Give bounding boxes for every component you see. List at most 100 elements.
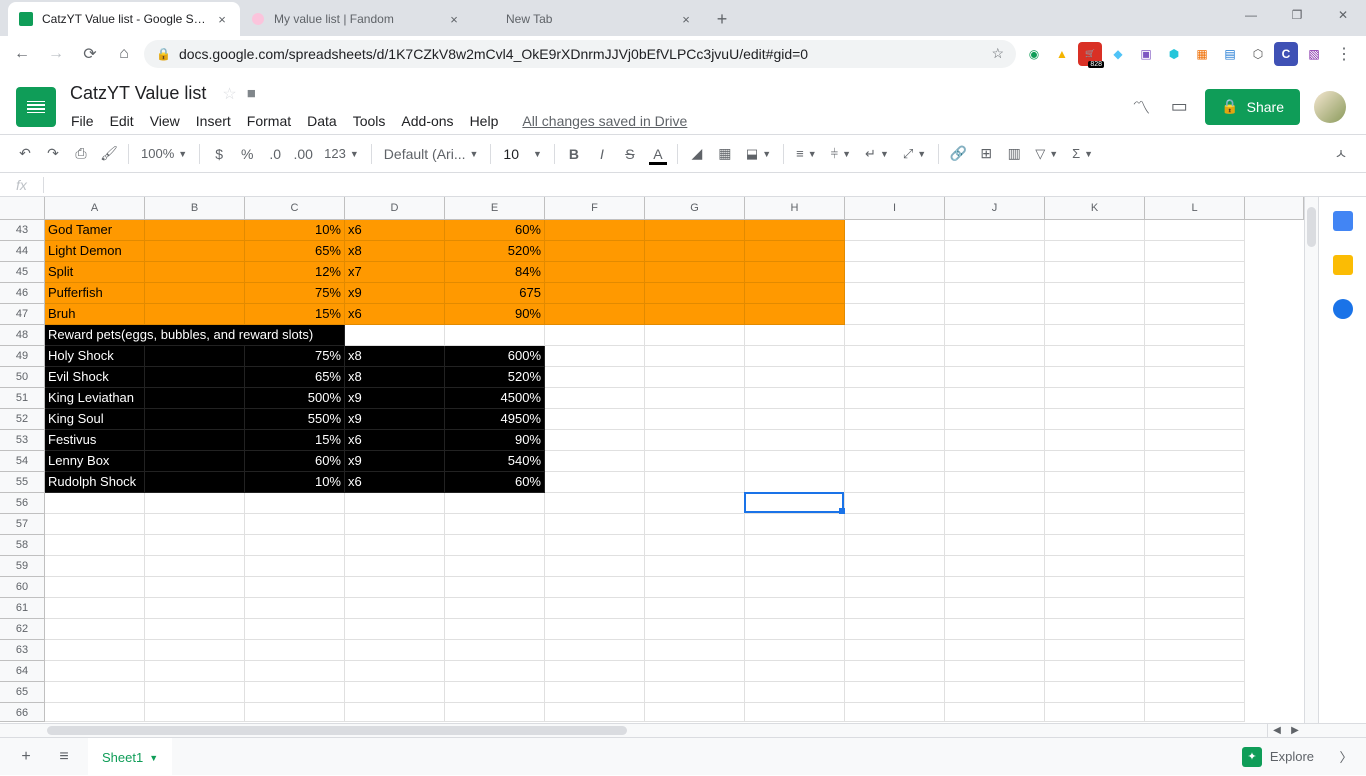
cell[interactable] (745, 346, 845, 367)
menu-tools[interactable]: Tools (346, 109, 393, 133)
cell[interactable] (45, 577, 145, 598)
cell[interactable] (145, 556, 245, 577)
cell[interactable] (745, 241, 845, 262)
cell[interactable] (945, 514, 1045, 535)
cell[interactable] (1145, 514, 1245, 535)
cell[interactable] (45, 514, 145, 535)
cell[interactable] (1145, 451, 1245, 472)
extension-icon[interactable]: C (1274, 42, 1298, 66)
cell[interactable] (245, 514, 345, 535)
cell[interactable]: 65% (245, 367, 345, 388)
cell[interactable] (845, 661, 945, 682)
cell[interactable] (45, 493, 145, 514)
cell[interactable] (145, 220, 245, 241)
cell[interactable] (645, 535, 745, 556)
cell[interactable] (945, 640, 1045, 661)
cell[interactable] (445, 703, 545, 722)
row-header[interactable]: 46 (0, 283, 45, 304)
cell[interactable] (845, 220, 945, 241)
cell[interactable] (1045, 262, 1145, 283)
cell[interactable] (1045, 577, 1145, 598)
cell[interactable] (545, 640, 645, 661)
cell[interactable] (445, 640, 545, 661)
cell[interactable] (1145, 367, 1245, 388)
cell[interactable] (845, 556, 945, 577)
cell[interactable]: 12% (245, 262, 345, 283)
menu-view[interactable]: View (143, 109, 187, 133)
collapse-toolbar-button[interactable]: ㅅ (1328, 141, 1354, 167)
cell[interactable] (1145, 598, 1245, 619)
cell[interactable] (1145, 283, 1245, 304)
cell[interactable] (1045, 241, 1145, 262)
cell[interactable] (845, 367, 945, 388)
cell[interactable] (645, 346, 745, 367)
cell[interactable] (645, 640, 745, 661)
cell[interactable] (945, 304, 1045, 325)
cell[interactable]: x9 (345, 409, 445, 430)
cell[interactable]: 75% (245, 346, 345, 367)
cell[interactable] (945, 409, 1045, 430)
cell[interactable] (945, 346, 1045, 367)
chrome-menu-button[interactable]: ⋮ (1330, 40, 1358, 68)
column-header[interactable]: B (145, 197, 245, 219)
cell[interactable] (845, 577, 945, 598)
cell[interactable] (1145, 346, 1245, 367)
cell[interactable] (645, 451, 745, 472)
cell[interactable] (45, 556, 145, 577)
extension-icon[interactable]: ⬡ (1246, 42, 1270, 66)
cell[interactable] (445, 556, 545, 577)
menu-format[interactable]: Format (240, 109, 298, 133)
cell[interactable] (345, 703, 445, 722)
cell[interactable]: Pufferfish (45, 283, 145, 304)
cell[interactable] (645, 241, 745, 262)
italic-button[interactable]: I (589, 141, 615, 167)
cell[interactable] (245, 556, 345, 577)
cell[interactable] (745, 640, 845, 661)
cell[interactable] (545, 451, 645, 472)
cell[interactable] (1045, 556, 1145, 577)
row-header[interactable]: 66 (0, 703, 45, 722)
cell[interactable] (1045, 682, 1145, 703)
cell[interactable] (645, 598, 745, 619)
cell[interactable]: 15% (245, 304, 345, 325)
cell[interactable] (745, 682, 845, 703)
cell[interactable] (145, 388, 245, 409)
cell[interactable] (445, 661, 545, 682)
cell[interactable]: x6 (345, 220, 445, 241)
cell[interactable] (1145, 577, 1245, 598)
forward-button[interactable]: → (42, 40, 70, 68)
cell[interactable] (945, 556, 1045, 577)
row-header[interactable]: 59 (0, 556, 45, 577)
chart-button[interactable]: ▥ (1001, 141, 1027, 167)
omnibox[interactable]: 🔒 docs.google.com/spreadsheets/d/1K7CZkV… (144, 40, 1016, 68)
cell[interactable]: 10% (245, 472, 345, 493)
cell[interactable] (245, 703, 345, 722)
cell[interactable] (745, 430, 845, 451)
zoom-select[interactable]: 100%▼ (135, 146, 193, 161)
cell[interactable] (845, 514, 945, 535)
decrease-decimal-button[interactable]: .0 (262, 141, 288, 167)
cell[interactable] (745, 703, 845, 722)
cell[interactable] (1045, 220, 1145, 241)
cell[interactable] (745, 493, 845, 514)
extension-icon[interactable]: ▧ (1302, 42, 1326, 66)
cell[interactable] (1145, 682, 1245, 703)
cell[interactable] (645, 472, 745, 493)
cell[interactable] (45, 640, 145, 661)
cell[interactable] (545, 703, 645, 722)
cell[interactable] (445, 598, 545, 619)
row-header[interactable]: 64 (0, 661, 45, 682)
cell[interactable] (445, 514, 545, 535)
row-header[interactable]: 49 (0, 346, 45, 367)
activity-icon[interactable]: 〽 (1129, 95, 1153, 119)
cell[interactable] (1045, 598, 1145, 619)
cell[interactable] (545, 598, 645, 619)
column-header[interactable]: G (645, 197, 745, 219)
cell[interactable] (1045, 493, 1145, 514)
cells-area[interactable]: God Tamer10%x660%Light Demon65%x8520%Spl… (45, 220, 1245, 722)
column-header[interactable]: H (745, 197, 845, 219)
cell[interactable]: King Leviathan (45, 388, 145, 409)
row-header[interactable]: 54 (0, 451, 45, 472)
cell[interactable] (345, 493, 445, 514)
cell[interactable] (345, 682, 445, 703)
